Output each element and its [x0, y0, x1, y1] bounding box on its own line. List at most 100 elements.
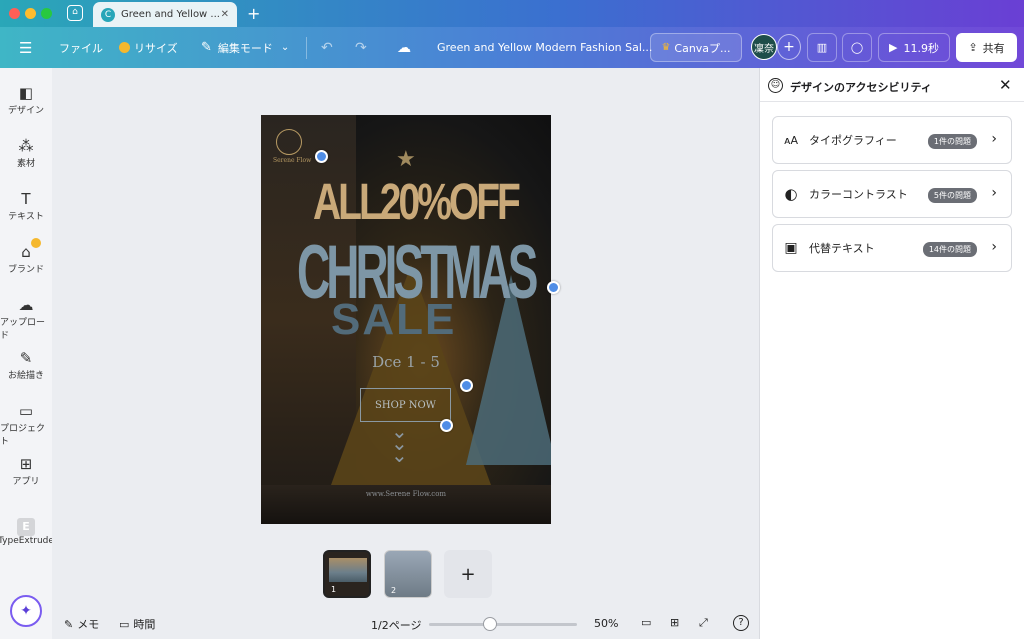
canva-icon: C — [101, 7, 115, 22]
insights-icon[interactable]: ▥ — [807, 33, 837, 62]
brand-name: Serene Flow — [273, 157, 312, 164]
comment-icon[interactable]: ◯ — [842, 33, 872, 62]
browser-titlebar: ⌂ C Green and Yellow ... ✕ + — [0, 0, 1024, 27]
headline-discount: ALL20%OFF — [313, 175, 521, 231]
grid-view-icon[interactable]: ⊞ — [670, 616, 679, 629]
magic-assistant-button[interactable]: ✦ — [10, 595, 42, 627]
cloud-save-icon[interactable]: ☁ — [397, 27, 411, 68]
page-number: 2 — [391, 586, 397, 595]
page-thumbnail-2[interactable]: 2 — [384, 550, 432, 598]
crown-icon — [119, 42, 130, 53]
help-icon[interactable]: ? — [733, 615, 749, 631]
alt-text-issue-card[interactable]: ▣ 代替テキスト 14件の問題 › — [772, 224, 1012, 272]
present-button[interactable]: ▶ 11.9秒 — [878, 33, 950, 62]
selection-handle[interactable] — [460, 379, 473, 392]
brand-icon: ⌂ — [21, 243, 31, 261]
chevron-right-icon: › — [991, 131, 997, 147]
close-tab-icon[interactable]: ✕ — [221, 9, 229, 20]
sidebar-item-label: ブランド — [7, 265, 44, 275]
resize-label: リサイズ — [134, 41, 178, 55]
apps-icon: ⊞ — [19, 455, 33, 473]
typeextrude-icon: E — [17, 518, 35, 536]
zoom-slider[interactable] — [429, 617, 577, 631]
resize-button[interactable]: リサイズ — [119, 27, 178, 68]
home-icon[interactable]: ⌂ — [67, 5, 83, 21]
timer-icon: ▭ — [119, 617, 130, 631]
typography-issue-card[interactable]: ᴀA タイポグラフィー 1件の問題 › — [772, 116, 1012, 164]
sidebar-item-projects[interactable]: ▭ プロジェクト — [0, 401, 52, 447]
zoom-slider-thumb[interactable] — [483, 617, 497, 631]
notes-icon: ✎ — [64, 617, 74, 631]
draw-icon: ✎ — [19, 349, 33, 367]
browser-tab[interactable]: C Green and Yellow ... ✕ — [93, 2, 237, 27]
poster-design[interactable]: Serene Flow ★ ALL20%OFF CHRISTMAS SALE D… — [261, 115, 551, 524]
undo-icon[interactable]: ↶ — [321, 27, 333, 68]
sidebar-item-label: 素材 — [16, 159, 35, 169]
sidebar-item-typeextrude[interactable]: E TypeExtrude — [0, 518, 54, 546]
sidebar-item-elements[interactable]: ⁂ 素材 — [0, 136, 52, 169]
menu-icon[interactable]: ☰ — [19, 27, 32, 68]
zoom-level[interactable]: 50% — [594, 617, 618, 630]
notes-view-icon[interactable]: ▭ — [641, 616, 651, 629]
accessibility-icon: ☺ — [768, 78, 783, 93]
bottom-bar: ✎ メモ ▭ 時間 1/2ページ 50% ▭ ⊞ ⤢ ? — [52, 607, 759, 639]
sidebar-item-design[interactable]: ◧ デザイン — [0, 83, 52, 116]
folder-icon: ▭ — [18, 402, 34, 420]
sidebar-item-upload[interactable]: ☁ アップロード — [0, 295, 52, 341]
selection-handle[interactable] — [315, 150, 328, 163]
accessibility-panel: ☺ デザインのアクセシビリティ ✕ ᴀA タイポグラフィー 1件の問題 › ◐ … — [759, 68, 1024, 639]
notes-button[interactable]: ✎ メモ — [64, 616, 99, 632]
thumbnail-preview — [329, 558, 367, 582]
chevron-right-icon: › — [991, 185, 997, 201]
issue-badge: 5件の問題 — [927, 188, 977, 203]
maximize-window-button[interactable] — [41, 8, 52, 19]
contrast-icon: ◐ — [784, 185, 798, 203]
sidebar-item-label: デザイン — [7, 106, 44, 116]
minimize-window-button[interactable] — [25, 8, 36, 19]
typography-icon: ᴀA — [783, 133, 799, 147]
sale-dates: Dce 1 - 5 — [372, 353, 440, 371]
editor-toolbar: ☰ ファイル リサイズ ✎ 編集モード ⌄ ↶ ↷ ☁ Green and Ye… — [0, 27, 1024, 68]
sidebar-item-brand[interactable]: ⌂ ブランド — [0, 238, 52, 275]
chevron-right-icon: › — [991, 239, 997, 255]
sidebar-item-label: TypeExtrude — [0, 536, 54, 546]
sidebar-item-draw[interactable]: ✎ お絵描き — [0, 348, 52, 381]
avatar[interactable]: 凜奈 — [751, 34, 777, 60]
headline-sale: SALE — [331, 295, 457, 344]
edit-mode-dropdown[interactable]: ✎ 編集モード ⌄ — [201, 27, 289, 68]
timer-button[interactable]: ▭ 時間 — [119, 616, 155, 632]
canva-pro-button[interactable]: ♛ Canvaプ... — [650, 33, 742, 62]
sidebar-item-apps[interactable]: ⊞ アプリ — [0, 454, 52, 487]
design-icon: ◧ — [18, 84, 34, 102]
redo-icon[interactable]: ↷ — [355, 27, 367, 68]
document-title[interactable]: Green and Yellow Modern Fashion Sal... — [437, 27, 652, 68]
add-collaborator-button[interactable]: + — [777, 34, 801, 60]
timer-label: 11.9秒 — [903, 41, 939, 55]
issue-badge: 14件の問題 — [922, 242, 977, 257]
page-thumbnail-1[interactable]: 1 — [323, 550, 371, 598]
shop-now-button: SHOP NOW — [360, 388, 451, 422]
sidebar-item-text[interactable]: T テキスト — [0, 189, 52, 222]
edit-mode-label: 編集モード — [217, 41, 273, 55]
pencil-icon: ✎ — [201, 40, 212, 55]
close-panel-icon[interactable]: ✕ — [999, 76, 1012, 94]
panel-title: デザインのアクセシビリティ — [790, 81, 932, 94]
share-button[interactable]: ⇪ 共有 — [956, 33, 1017, 62]
canva-pro-label: Canvaプ... — [674, 41, 731, 55]
add-page-button[interactable]: + — [444, 550, 492, 598]
toolbar-divider — [306, 37, 307, 59]
selection-handle[interactable] — [440, 419, 453, 432]
fullscreen-icon[interactable]: ⤢ — [699, 616, 708, 630]
page-indicator[interactable]: 1/2ページ — [371, 617, 421, 633]
play-icon: ▶ — [889, 41, 898, 54]
close-window-button[interactable] — [9, 8, 20, 19]
sidebar-item-label: お絵描き — [7, 371, 44, 381]
crown-badge-icon — [31, 238, 41, 248]
notes-label: メモ — [77, 618, 100, 631]
sidebar-item-label: アップロード — [0, 318, 46, 341]
contrast-issue-card[interactable]: ◐ カラーコントラスト 5件の問題 › — [772, 170, 1012, 218]
upload-icon: ☁ — [18, 296, 34, 314]
selection-handle[interactable] — [547, 281, 560, 294]
new-tab-button[interactable]: + — [247, 4, 260, 23]
file-menu[interactable]: ファイル — [59, 27, 103, 68]
